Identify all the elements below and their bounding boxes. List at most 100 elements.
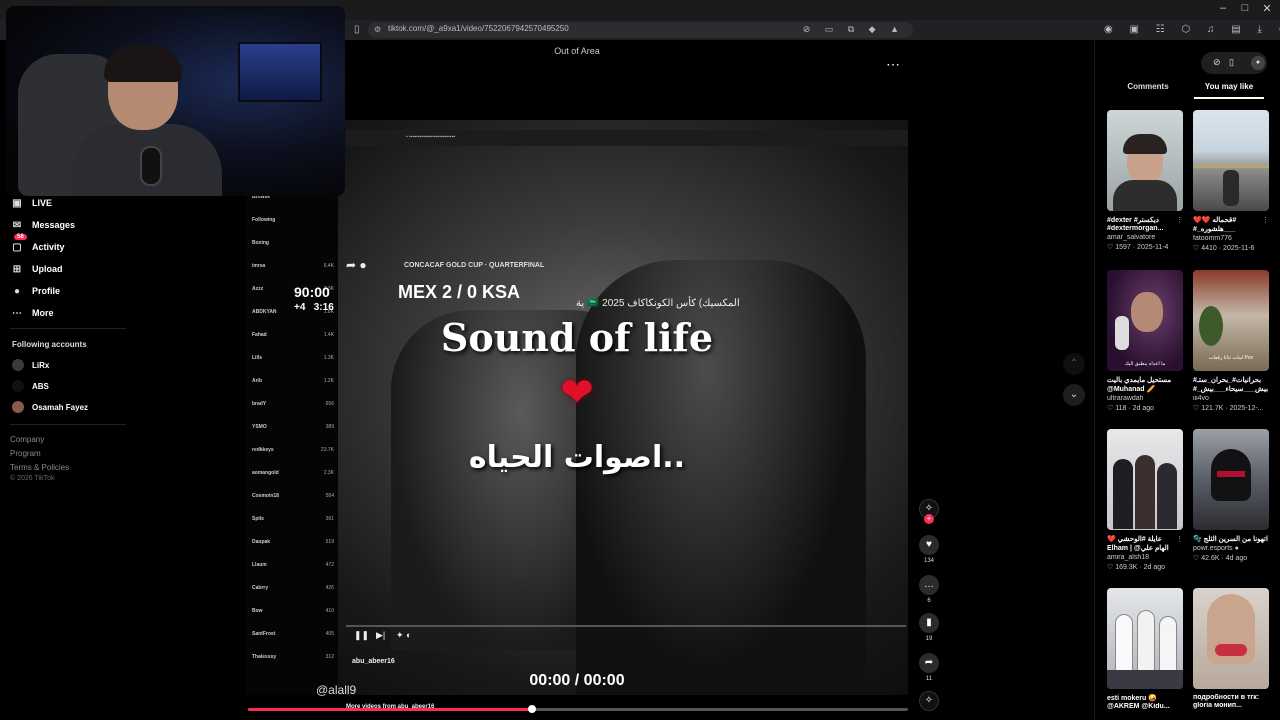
card-title[interactable]: مستحيل مايمدي باليت [1107,376,1183,384]
card-username[interactable]: powr.esports ● [1193,545,1269,552]
sidebar-item-label: More [32,308,54,318]
sidebar-divider [10,328,126,329]
card-title[interactable]: esti mokeru 🤪 [1107,694,1183,702]
video-thumbnail[interactable] [1107,588,1183,689]
thumbnail-body [1113,180,1177,211]
card-more-icon[interactable]: ⋮ [1176,216,1183,224]
footer-link-program[interactable]: Program [10,449,41,458]
compass-icon[interactable]: ⊘ [1213,57,1221,68]
sidebar-item-label: LIVE [32,198,53,208]
sidebar-item-label: Activity [32,242,65,252]
thumbnail-person [1159,616,1177,674]
sidebar-item-upload[interactable]: ⊞ Upload [10,260,63,278]
recommended-video-card[interactable]: esti mokeru 🤪 @AKREM @Kidu... [1107,588,1183,710]
footer-link-company[interactable]: Company [10,435,44,444]
card-title-line2[interactable]: #dextermorgan... [1107,225,1183,232]
card-title[interactable]: #dexter #ديكستر [1107,216,1183,224]
card-title-line2[interactable]: gloria монип... [1193,702,1269,709]
sidebar-item-profile[interactable]: ● Profile [10,282,60,300]
next-video-button[interactable]: ⌄ [1063,384,1085,406]
embedded-sidebar-row: YSMO 389 [252,424,334,434]
video-thumbnail[interactable] [1107,429,1183,530]
scoreboard-teams: MEX 2 / 0 KSA [398,282,521,302]
card-title[interactable]: ❤️❤️ قحماله# [1193,216,1269,224]
video-thumbnail[interactable] [1193,429,1269,530]
follow-plus-icon[interactable]: + [924,514,934,524]
save-button[interactable]: ▮ 19 [916,613,942,642]
card-title-line2[interactable]: @AKREM @Kidu... [1107,703,1183,710]
avatar [12,380,24,392]
site-info-icon[interactable]: ⚙ [374,25,381,34]
user-avatar[interactable]: ● [1251,56,1265,70]
card-title[interactable]: #بحرانيات#_بحران_ستـ [1193,376,1269,384]
close-window-icon[interactable]: ✕ [1256,2,1278,15]
phone-icon[interactable]: ▯ [1229,57,1234,68]
recommended-video-card[interactable]: 🫧 اتهونا من السرين الثلج powr.esports ● … [1193,429,1269,562]
video-thumbnail[interactable] [1193,110,1269,211]
video-progress-bar[interactable] [248,705,908,713]
card-title-line2[interactable]: #_هلشوره___ [1193,225,1269,233]
video-thumbnail[interactable] [1193,588,1269,689]
card-meta: ♡ 42.6K · 4d ago [1193,555,1248,562]
embedded-sidebar-name: Daupak [252,539,271,545]
more-options-icon[interactable]: ⋯ [886,56,900,73]
card-title[interactable]: 🫧 اتهونا من السرين الثلج [1193,535,1269,543]
card-more-icon[interactable]: ⋮ [1176,535,1183,543]
embedded-volume-icon: ✦ ◐ [396,630,412,640]
previous-video-button[interactable]: ⌃ [1063,353,1085,375]
embedded-sidebar-name: imrsa [252,263,266,269]
sidebar-item-activity[interactable]: ▢ 58 Activity [10,234,65,256]
card-more-icon[interactable]: ⋮ [1262,216,1269,224]
card-title-line2[interactable]: @Muhanad 🥖 [1107,385,1183,393]
embedded-author: abu_abeer16 [352,658,395,665]
card-title-line2[interactable]: Elham | @الهام علي [1107,544,1183,552]
sidebar-item-more[interactable]: ⋯ More [10,304,54,322]
address-bar-url: tiktok.com/@_a9xa1/video/752206794257049… [388,24,569,33]
sound-disc[interactable]: ✧ [916,691,942,711]
comment-button[interactable]: … 6 [916,575,942,604]
recommended-video-card[interactable]: ما اعداه ينطبق اليك مستحيل مايمدي باليت … [1107,270,1183,412]
video-thumbnail[interactable] [1107,110,1183,211]
creator-avatar[interactable]: ✧ + [916,499,942,524]
card-date: 2d ago [1132,405,1155,412]
card-username[interactable]: amar_salvatore [1107,234,1183,241]
following-account[interactable]: Osamah Fayez [12,400,88,414]
card-username[interactable]: ultrarawdah [1107,395,1183,402]
recommended-video-card[interactable]: #dexter #ديكستر ⋮ #dextermorgan... amar_… [1107,110,1183,251]
tab-comments[interactable]: Comments [1113,82,1183,91]
bookmark-icon[interactable]: ▯ [354,24,360,35]
recommended-video-card[interactable]: ❤️❤️ قحماله# ⋮ #_هلشوره___ fatoomm776 ♡ … [1193,110,1269,252]
card-meta: ♡ 1597 · 2025-11-4 [1107,244,1169,251]
maximize-icon[interactable]: □ [1234,2,1256,14]
sidebar-item-live[interactable]: ▣ LIVE [10,194,52,212]
card-date: 2d ago [1143,564,1166,571]
activity-icon: ▢ [12,241,22,253]
sidebar-item-messages[interactable]: ✉ Messages [10,216,75,234]
video-overlay-arabic: اصوات الحياه.. [468,440,686,475]
video-thumbnail[interactable]: ما اعداه ينطبق اليك [1107,270,1183,371]
following-account[interactable]: ABS [12,379,49,393]
recommended-video-card[interactable]: لبنات تتانا رقعات Pov #بحرانيات#_بحران_س… [1193,270,1269,412]
like-button[interactable]: ♥ 134 [916,535,942,564]
video-thumbnail[interactable]: لبنات تتانا رقعات Pov [1193,270,1269,371]
address-bar[interactable]: ⚙ tiktok.com/@_a9xa1/video/7522067942570… [368,22,913,38]
share-button[interactable]: ➦ 11 [916,653,942,682]
card-title[interactable]: подробности в тгк: [1193,694,1269,701]
card-title-line2[interactable]: #_بيش___سيحاء___بيش [1193,385,1269,393]
card-username[interactable]: iii4vo [1193,395,1269,402]
tab-you-may-like[interactable]: You may like [1194,82,1264,91]
card-date: 2025-11-6 [1223,245,1255,252]
card-title[interactable]: ❤️ عايلة #الوحشي [1107,535,1183,543]
recommended-video-card[interactable]: ❤️ عايلة #الوحشي ⋮ Elham | @الهام علي am… [1107,429,1183,571]
profile-icon: ● [13,285,21,297]
extension-icons[interactable]: ◉ ▣ ☷ ⬡ ♫ ▤ ⤓ ⊕ ⛉ [1104,24,1280,35]
video-progress-thumb[interactable] [527,705,536,713]
video-player[interactable]: Out of Area ⋯ ▪ ▪▪▪▪▪▪▪▪▪▪▪▪▪▪▪▪▪▪▪▪▪▪▪▪… [246,40,908,720]
card-username[interactable]: fatoomm776 [1193,235,1269,242]
card-username[interactable]: amira_alsh18 [1107,554,1183,561]
footer-link-terms[interactable]: Terms & Policies [10,463,69,472]
recommended-video-card[interactable]: подробности в тгк: gloria монип... [1193,588,1269,709]
following-account[interactable]: LiRx [12,358,49,372]
minimize-icon[interactable]: – [1212,2,1234,14]
address-bar-actions[interactable]: ⊘ ▭ ⧉ ◆ ▲ [803,24,905,35]
